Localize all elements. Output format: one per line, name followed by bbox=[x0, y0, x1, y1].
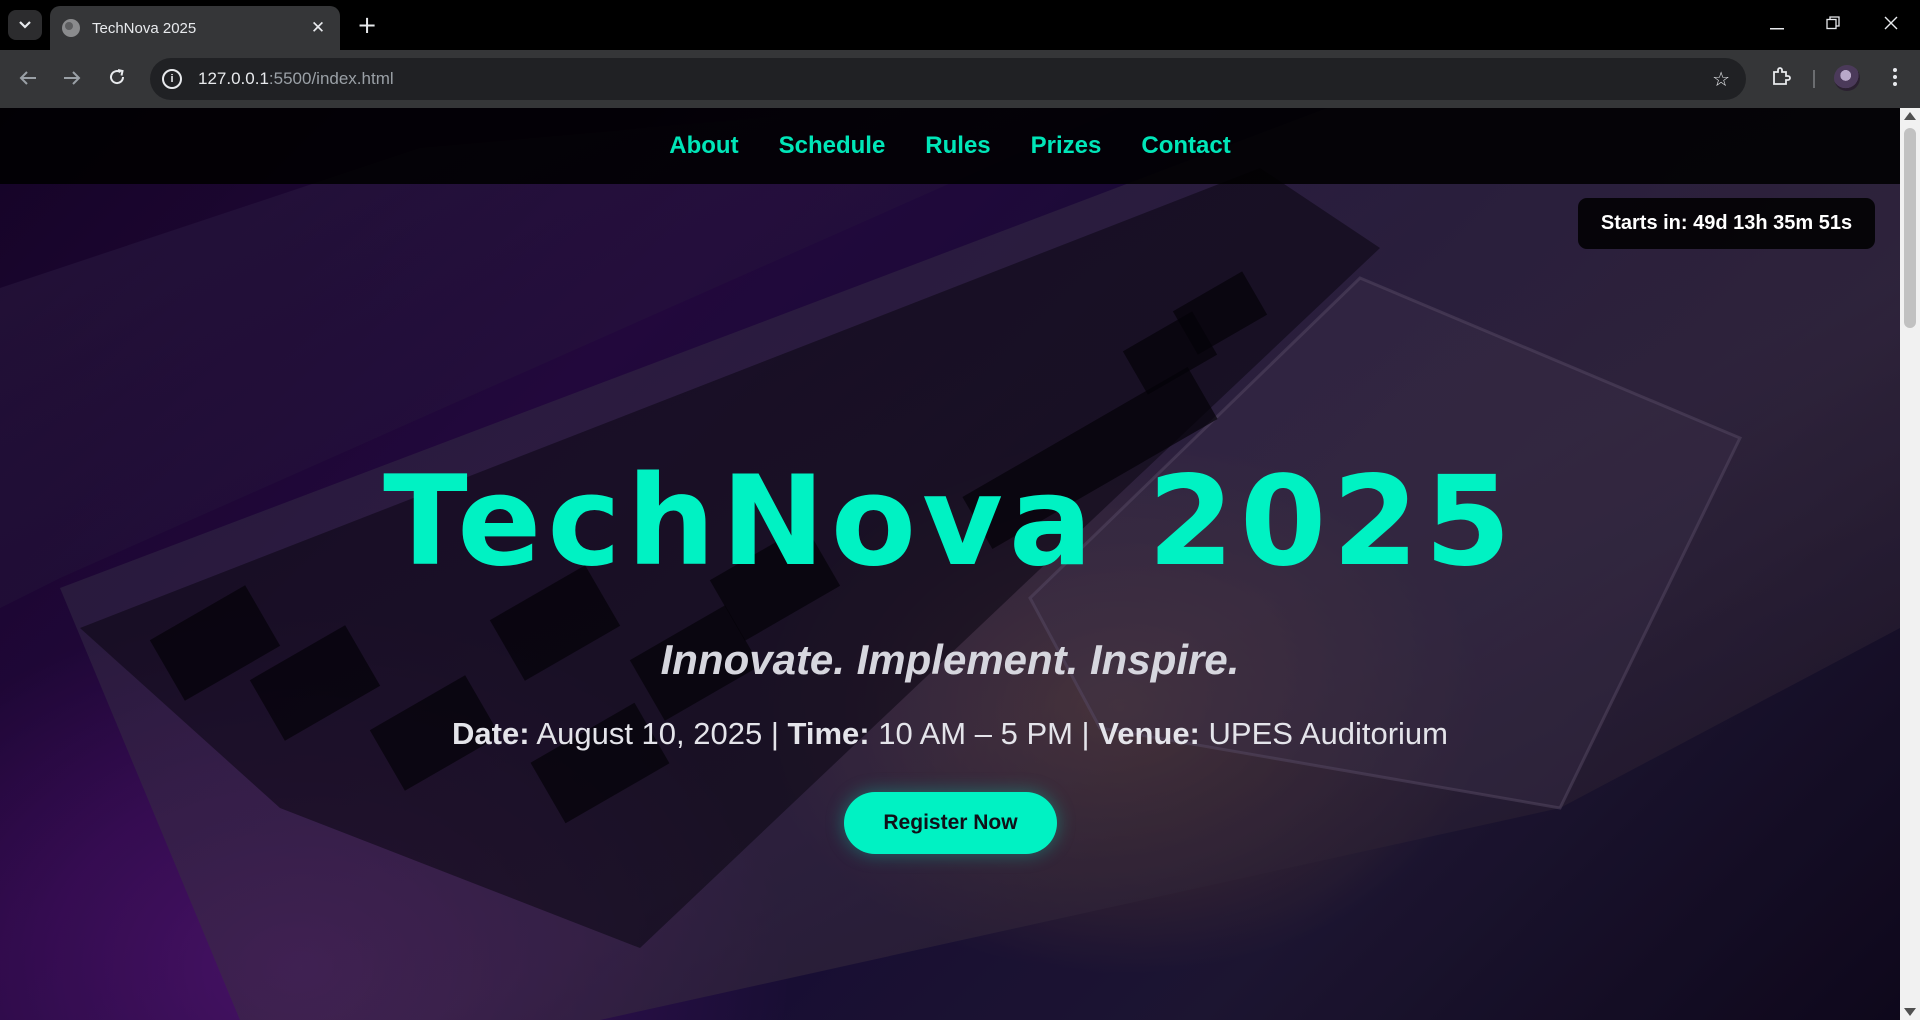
event-details: Date: August 10, 2025 | Time: 10 AM – 5 … bbox=[0, 716, 1900, 752]
reload-icon bbox=[110, 69, 125, 85]
nav-link-prizes[interactable]: Prizes bbox=[1031, 132, 1102, 160]
close-window-icon bbox=[1884, 16, 1898, 30]
close-icon[interactable]: ✕ bbox=[308, 18, 328, 38]
nav-link-rules[interactable]: Rules bbox=[925, 132, 990, 160]
arrow-left-icon bbox=[19, 71, 36, 85]
time-value: 10 AM – 5 PM | bbox=[869, 716, 1099, 751]
browser-tab[interactable]: TechNova 2025 ✕ bbox=[50, 6, 340, 50]
register-now-button[interactable]: Register Now bbox=[844, 792, 1057, 854]
address-bar[interactable]: i 127.0.0.1:5500/index.html ☆ bbox=[150, 58, 1746, 100]
star-icon[interactable]: ☆ bbox=[1712, 67, 1730, 91]
toolbar-divider bbox=[1813, 70, 1815, 88]
hero-title: TechNova 2025 bbox=[383, 450, 1517, 594]
close-window-button[interactable] bbox=[1868, 8, 1914, 42]
page-scrollbar[interactable] bbox=[1900, 108, 1920, 1020]
venue-label: Venue: bbox=[1098, 716, 1200, 751]
restore-button[interactable] bbox=[1810, 8, 1856, 42]
venue-value: UPES Auditorium bbox=[1199, 716, 1449, 751]
url-host: 127.0.0.1 bbox=[198, 69, 269, 88]
nav-link-contact[interactable]: Contact bbox=[1141, 132, 1230, 160]
browser-toolbar: i 127.0.0.1:5500/index.html ☆ bbox=[0, 50, 1920, 108]
nav-link-schedule[interactable]: Schedule bbox=[779, 132, 886, 160]
site-navigation: About Schedule Rules Prizes Contact bbox=[0, 108, 1900, 184]
url-path: :5500/index.html bbox=[268, 69, 394, 88]
countdown-timer: Starts in: 49d 13h 35m 51s bbox=[1578, 198, 1875, 249]
info-icon[interactable]: i bbox=[162, 69, 182, 89]
puzzle-icon bbox=[1773, 67, 1791, 85]
page-viewport: About Schedule Rules Prizes Contact Star… bbox=[0, 108, 1900, 1020]
chevron-down-icon bbox=[19, 21, 31, 29]
time-label: Time: bbox=[787, 716, 870, 751]
hero-tagline: Innovate. Implement. Inspire. bbox=[660, 636, 1240, 683]
minimize-icon bbox=[1770, 28, 1784, 30]
tab-strip: TechNova 2025 ✕ + bbox=[0, 0, 1920, 50]
kebab-menu-icon bbox=[1893, 68, 1897, 86]
scroll-down-icon[interactable] bbox=[1904, 1008, 1916, 1016]
reload-button[interactable] bbox=[102, 64, 132, 94]
tab-title: TechNova 2025 bbox=[92, 19, 197, 37]
tab-search-button[interactable] bbox=[8, 10, 42, 40]
date-label: Date: bbox=[452, 716, 530, 751]
extensions-button[interactable] bbox=[1766, 64, 1796, 94]
scroll-up-icon[interactable] bbox=[1904, 112, 1916, 120]
forward-button[interactable] bbox=[57, 64, 87, 94]
arrow-right-icon bbox=[64, 71, 81, 85]
minimize-button[interactable] bbox=[1754, 8, 1800, 42]
new-tab-button[interactable]: + bbox=[352, 10, 382, 40]
globe-icon bbox=[62, 19, 80, 37]
nav-link-about[interactable]: About bbox=[669, 132, 738, 160]
restore-icon bbox=[1826, 16, 1840, 30]
menu-button[interactable] bbox=[1880, 64, 1910, 94]
profile-avatar[interactable] bbox=[1834, 65, 1860, 91]
scrollbar-thumb[interactable] bbox=[1904, 128, 1916, 328]
back-button[interactable] bbox=[13, 64, 43, 94]
date-value: August 10, 2025 | bbox=[529, 716, 788, 751]
